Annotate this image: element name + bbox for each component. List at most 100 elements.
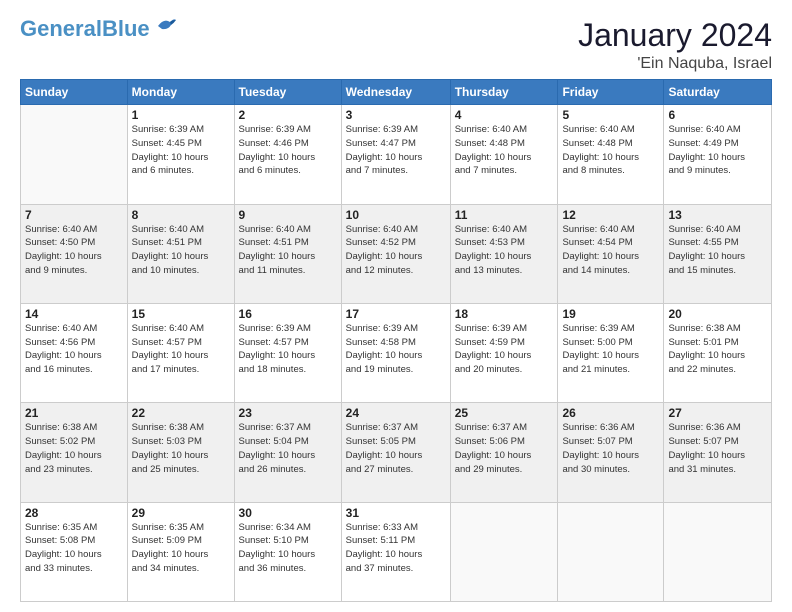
day-cell: 31Sunrise: 6:33 AM Sunset: 5:11 PM Dayli… <box>341 502 450 601</box>
day-number: 3 <box>346 108 446 122</box>
day-cell: 1Sunrise: 6:39 AM Sunset: 4:45 PM Daylig… <box>127 105 234 204</box>
day-cell: 9Sunrise: 6:40 AM Sunset: 4:51 PM Daylig… <box>234 204 341 303</box>
logo: GeneralBlue <box>20 18 178 40</box>
day-info: Sunrise: 6:38 AM Sunset: 5:03 PM Dayligh… <box>132 421 230 476</box>
day-cell: 8Sunrise: 6:40 AM Sunset: 4:51 PM Daylig… <box>127 204 234 303</box>
day-cell: 26Sunrise: 6:36 AM Sunset: 5:07 PM Dayli… <box>558 403 664 502</box>
day-info: Sunrise: 6:40 AM Sunset: 4:50 PM Dayligh… <box>25 223 123 278</box>
day-info: Sunrise: 6:39 AM Sunset: 4:47 PM Dayligh… <box>346 123 446 178</box>
col-saturday: Saturday <box>664 80 772 105</box>
day-number: 22 <box>132 406 230 420</box>
col-thursday: Thursday <box>450 80 558 105</box>
day-info: Sunrise: 6:39 AM Sunset: 4:46 PM Dayligh… <box>239 123 337 178</box>
week-row-1: 1Sunrise: 6:39 AM Sunset: 4:45 PM Daylig… <box>21 105 772 204</box>
col-tuesday: Tuesday <box>234 80 341 105</box>
day-cell <box>558 502 664 601</box>
day-number: 16 <box>239 307 337 321</box>
title-section: January 2024 'Ein Naquba, Israel <box>578 18 772 73</box>
day-cell: 20Sunrise: 6:38 AM Sunset: 5:01 PM Dayli… <box>664 303 772 402</box>
week-row-4: 21Sunrise: 6:38 AM Sunset: 5:02 PM Dayli… <box>21 403 772 502</box>
col-monday: Monday <box>127 80 234 105</box>
day-info: Sunrise: 6:39 AM Sunset: 4:58 PM Dayligh… <box>346 322 446 377</box>
day-number: 15 <box>132 307 230 321</box>
day-number: 20 <box>668 307 767 321</box>
day-number: 28 <box>25 506 123 520</box>
day-number: 21 <box>25 406 123 420</box>
day-cell <box>664 502 772 601</box>
day-number: 4 <box>455 108 554 122</box>
day-number: 5 <box>562 108 659 122</box>
day-cell: 14Sunrise: 6:40 AM Sunset: 4:56 PM Dayli… <box>21 303 128 402</box>
day-info: Sunrise: 6:40 AM Sunset: 4:57 PM Dayligh… <box>132 322 230 377</box>
day-info: Sunrise: 6:37 AM Sunset: 5:06 PM Dayligh… <box>455 421 554 476</box>
day-cell: 2Sunrise: 6:39 AM Sunset: 4:46 PM Daylig… <box>234 105 341 204</box>
day-info: Sunrise: 6:40 AM Sunset: 4:51 PM Dayligh… <box>132 223 230 278</box>
day-cell: 17Sunrise: 6:39 AM Sunset: 4:58 PM Dayli… <box>341 303 450 402</box>
day-info: Sunrise: 6:40 AM Sunset: 4:53 PM Dayligh… <box>455 223 554 278</box>
day-number: 31 <box>346 506 446 520</box>
day-info: Sunrise: 6:37 AM Sunset: 5:05 PM Dayligh… <box>346 421 446 476</box>
day-number: 11 <box>455 208 554 222</box>
day-cell: 30Sunrise: 6:34 AM Sunset: 5:10 PM Dayli… <box>234 502 341 601</box>
day-info: Sunrise: 6:38 AM Sunset: 5:01 PM Dayligh… <box>668 322 767 377</box>
day-number: 10 <box>346 208 446 222</box>
header: GeneralBlue January 2024 'Ein Naquba, Is… <box>20 18 772 73</box>
day-info: Sunrise: 6:40 AM Sunset: 4:48 PM Dayligh… <box>562 123 659 178</box>
day-cell: 22Sunrise: 6:38 AM Sunset: 5:03 PM Dayli… <box>127 403 234 502</box>
day-cell: 24Sunrise: 6:37 AM Sunset: 5:05 PM Dayli… <box>341 403 450 502</box>
week-row-5: 28Sunrise: 6:35 AM Sunset: 5:08 PM Dayli… <box>21 502 772 601</box>
day-cell: 7Sunrise: 6:40 AM Sunset: 4:50 PM Daylig… <box>21 204 128 303</box>
day-number: 12 <box>562 208 659 222</box>
logo-general: General <box>20 16 102 41</box>
day-number: 7 <box>25 208 123 222</box>
day-info: Sunrise: 6:40 AM Sunset: 4:52 PM Dayligh… <box>346 223 446 278</box>
logo-blue: Blue <box>102 16 150 41</box>
day-cell <box>450 502 558 601</box>
calendar-table: Sunday Monday Tuesday Wednesday Thursday… <box>20 79 772 602</box>
day-info: Sunrise: 6:35 AM Sunset: 5:09 PM Dayligh… <box>132 521 230 576</box>
day-number: 26 <box>562 406 659 420</box>
day-number: 29 <box>132 506 230 520</box>
day-number: 25 <box>455 406 554 420</box>
day-cell: 29Sunrise: 6:35 AM Sunset: 5:09 PM Dayli… <box>127 502 234 601</box>
day-cell: 25Sunrise: 6:37 AM Sunset: 5:06 PM Dayli… <box>450 403 558 502</box>
day-cell: 4Sunrise: 6:40 AM Sunset: 4:48 PM Daylig… <box>450 105 558 204</box>
col-wednesday: Wednesday <box>341 80 450 105</box>
day-number: 19 <box>562 307 659 321</box>
day-cell: 3Sunrise: 6:39 AM Sunset: 4:47 PM Daylig… <box>341 105 450 204</box>
day-number: 8 <box>132 208 230 222</box>
logo-bird-icon <box>156 16 178 34</box>
day-info: Sunrise: 6:35 AM Sunset: 5:08 PM Dayligh… <box>25 521 123 576</box>
day-cell: 23Sunrise: 6:37 AM Sunset: 5:04 PM Dayli… <box>234 403 341 502</box>
day-info: Sunrise: 6:40 AM Sunset: 4:54 PM Dayligh… <box>562 223 659 278</box>
day-cell: 19Sunrise: 6:39 AM Sunset: 5:00 PM Dayli… <box>558 303 664 402</box>
day-info: Sunrise: 6:40 AM Sunset: 4:56 PM Dayligh… <box>25 322 123 377</box>
day-cell: 13Sunrise: 6:40 AM Sunset: 4:55 PM Dayli… <box>664 204 772 303</box>
day-info: Sunrise: 6:34 AM Sunset: 5:10 PM Dayligh… <box>239 521 337 576</box>
day-cell: 6Sunrise: 6:40 AM Sunset: 4:49 PM Daylig… <box>664 105 772 204</box>
day-number: 6 <box>668 108 767 122</box>
day-info: Sunrise: 6:38 AM Sunset: 5:02 PM Dayligh… <box>25 421 123 476</box>
day-cell: 16Sunrise: 6:39 AM Sunset: 4:57 PM Dayli… <box>234 303 341 402</box>
day-number: 23 <box>239 406 337 420</box>
day-cell: 27Sunrise: 6:36 AM Sunset: 5:07 PM Dayli… <box>664 403 772 502</box>
col-sunday: Sunday <box>21 80 128 105</box>
day-cell: 5Sunrise: 6:40 AM Sunset: 4:48 PM Daylig… <box>558 105 664 204</box>
day-info: Sunrise: 6:40 AM Sunset: 4:55 PM Dayligh… <box>668 223 767 278</box>
day-number: 27 <box>668 406 767 420</box>
day-number: 2 <box>239 108 337 122</box>
day-info: Sunrise: 6:36 AM Sunset: 5:07 PM Dayligh… <box>668 421 767 476</box>
month-title: January 2024 <box>578 18 772 53</box>
day-cell: 11Sunrise: 6:40 AM Sunset: 4:53 PM Dayli… <box>450 204 558 303</box>
day-number: 13 <box>668 208 767 222</box>
col-friday: Friday <box>558 80 664 105</box>
day-info: Sunrise: 6:40 AM Sunset: 4:48 PM Dayligh… <box>455 123 554 178</box>
day-info: Sunrise: 6:39 AM Sunset: 4:45 PM Dayligh… <box>132 123 230 178</box>
day-cell <box>21 105 128 204</box>
day-info: Sunrise: 6:36 AM Sunset: 5:07 PM Dayligh… <box>562 421 659 476</box>
day-number: 1 <box>132 108 230 122</box>
day-info: Sunrise: 6:39 AM Sunset: 5:00 PM Dayligh… <box>562 322 659 377</box>
day-info: Sunrise: 6:33 AM Sunset: 5:11 PM Dayligh… <box>346 521 446 576</box>
day-number: 24 <box>346 406 446 420</box>
day-cell: 21Sunrise: 6:38 AM Sunset: 5:02 PM Dayli… <box>21 403 128 502</box>
